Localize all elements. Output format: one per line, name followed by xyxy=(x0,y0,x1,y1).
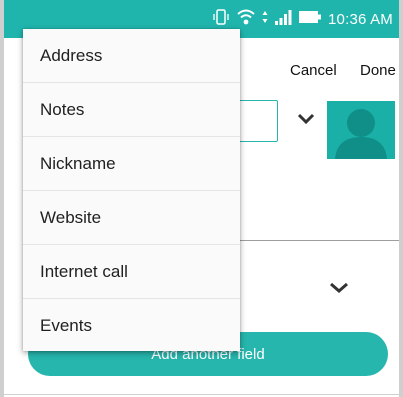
vibrate-icon xyxy=(212,8,230,31)
menu-item-notes[interactable]: Notes xyxy=(23,83,240,137)
menu-item-address[interactable]: Address xyxy=(23,29,240,83)
field-divider xyxy=(240,240,399,241)
wifi-icon xyxy=(236,8,256,31)
done-button[interactable]: Done xyxy=(360,62,396,79)
status-time: 10:36 AM xyxy=(328,10,393,28)
menu-item-website[interactable]: Website xyxy=(23,191,240,245)
menu-item-events[interactable]: Events xyxy=(23,299,240,353)
bottom-divider xyxy=(4,394,399,395)
data-arrows-icon xyxy=(262,8,268,31)
chevron-down-icon[interactable] xyxy=(329,281,349,299)
field-type-menu: Address Notes Nickname Website Internet … xyxy=(23,29,240,351)
chevron-down-icon[interactable] xyxy=(296,112,316,131)
battery-icon xyxy=(298,8,322,31)
avatar[interactable] xyxy=(327,101,395,159)
menu-item-nickname[interactable]: Nickname xyxy=(23,137,240,191)
person-silhouette-icon xyxy=(335,109,387,159)
menu-item-internet-call[interactable]: Internet call xyxy=(23,245,240,299)
signal-icon xyxy=(274,8,292,31)
cancel-button[interactable]: Cancel xyxy=(290,62,337,79)
frame-right-edge xyxy=(399,0,403,397)
frame-left-edge xyxy=(0,0,4,397)
